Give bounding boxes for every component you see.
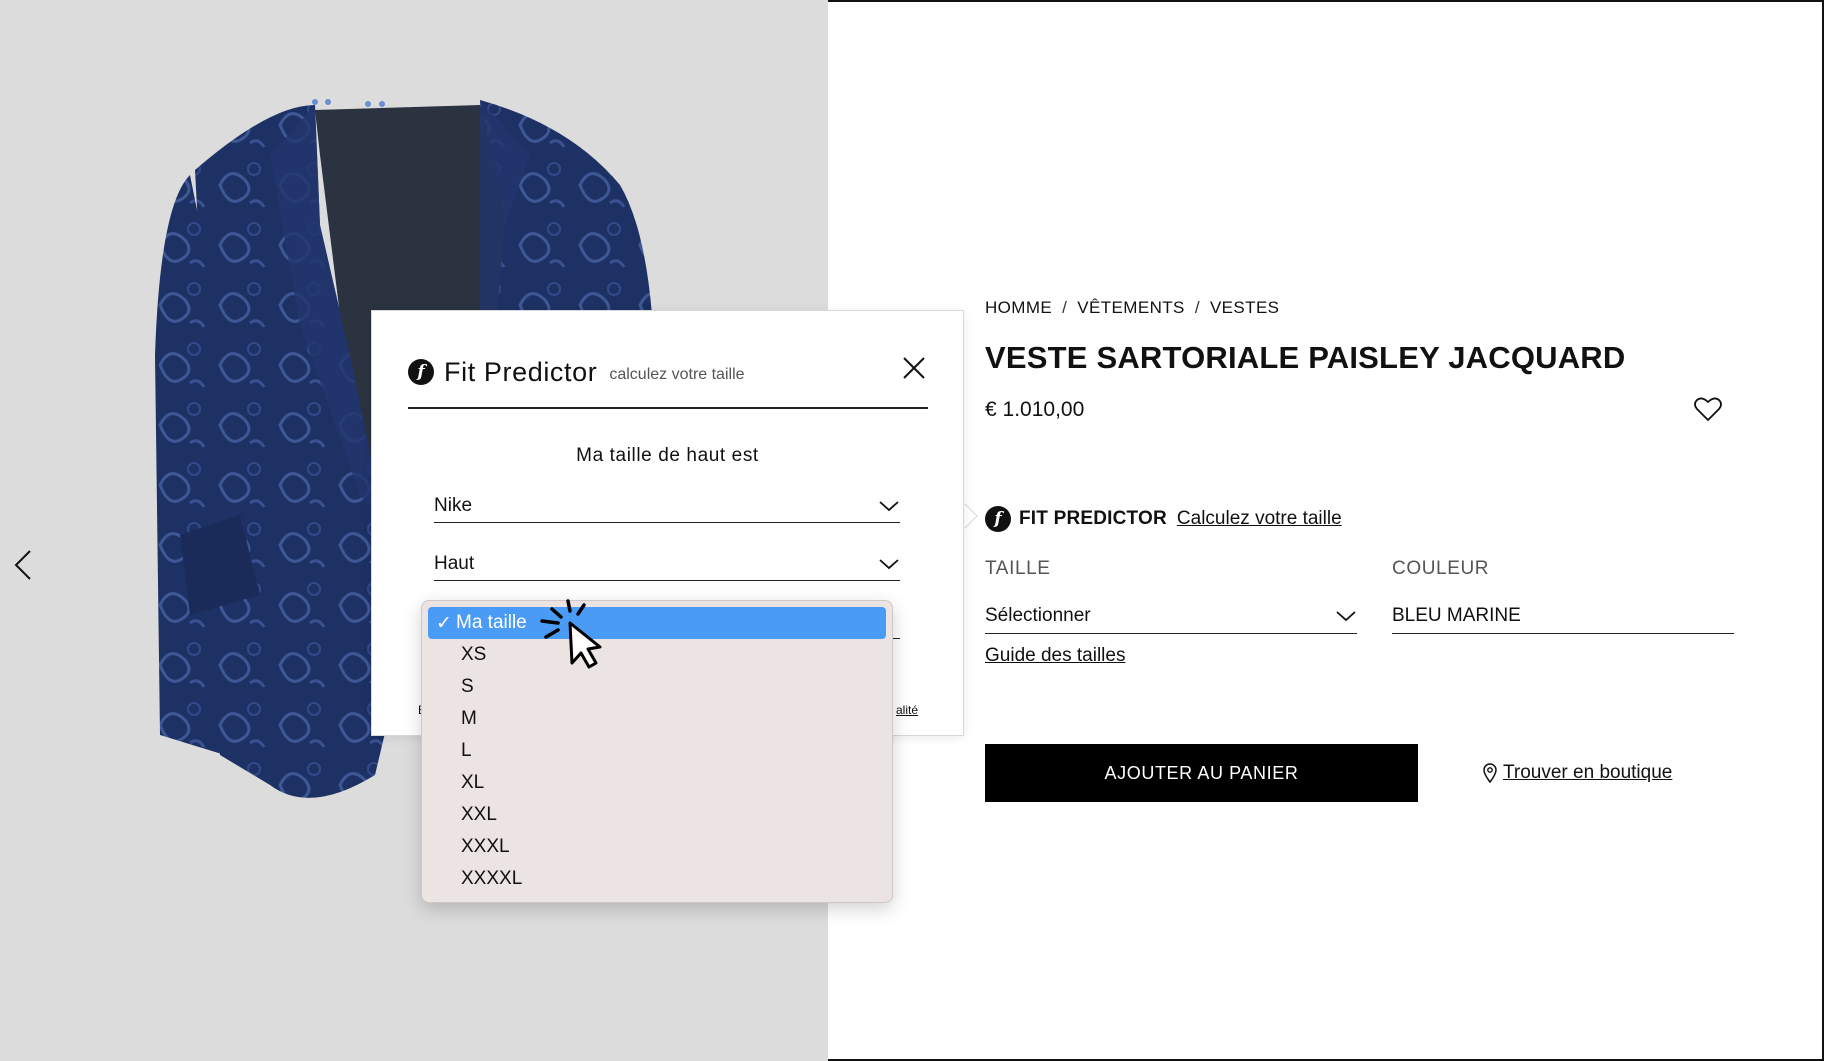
product-title: VESTE SARTORIALE PAISLEY JACQUARD <box>985 340 1626 375</box>
color-value: BLEU MARINE <box>1392 604 1521 626</box>
checkmark-icon: ✓ <box>436 612 452 634</box>
dropdown-option-xxl[interactable]: XXL <box>428 799 886 831</box>
find-in-store-label: Trouver en boutique <box>1503 762 1673 783</box>
dropdown-option-m[interactable]: M <box>428 703 886 735</box>
popover-divider <box>408 407 928 409</box>
popover-title: Fit Predictor <box>444 356 598 387</box>
breadcrumb: HOMME / VÊTEMENTS / VESTES <box>985 298 1279 318</box>
popover-question: Ma taille de haut est <box>576 445 759 466</box>
chevron-down-icon <box>1336 610 1356 621</box>
breadcrumb-vetements[interactable]: VÊTEMENTS <box>1077 298 1185 318</box>
fit-predictor-brand: FIT PREDICTOR <box>1019 508 1167 529</box>
breadcrumb-homme[interactable]: HOMME <box>985 298 1052 318</box>
dropdown-option-xl[interactable]: XL <box>428 767 886 799</box>
garment-type-value: Haut <box>434 552 475 574</box>
fit-predictor-logo-icon: f <box>985 506 1011 532</box>
dropdown-option-xs[interactable]: XS <box>428 639 886 671</box>
dropdown-option-ma-taille[interactable]: ✓ Ma taille <box>428 607 886 639</box>
chevron-left-icon[interactable] <box>10 545 36 585</box>
dropdown-option-xxxl[interactable]: XXXL <box>428 831 886 863</box>
size-label: TAILLE <box>985 558 1051 579</box>
close-icon[interactable] <box>901 355 927 381</box>
breadcrumb-separator: / <box>1062 298 1068 317</box>
fit-predictor-link[interactable]: Calculez votre taille <box>1177 508 1342 530</box>
size-select[interactable]: Sélectionner <box>985 598 1357 634</box>
brand-select-value: Nike <box>434 494 473 516</box>
size-guide-link[interactable]: Guide des tailles <box>985 645 1125 667</box>
breadcrumb-separator: / <box>1194 298 1200 317</box>
find-in-store-link[interactable]: Trouver en boutique <box>1483 762 1672 784</box>
dropdown-option-s[interactable]: S <box>428 671 886 703</box>
fit-predictor-row: f FIT PREDICTOR Calculez votre taille <box>985 506 1342 532</box>
add-to-cart-button[interactable]: AJOUTER AU PANIER <box>985 744 1418 802</box>
breadcrumb-vestes[interactable]: VESTES <box>1210 298 1279 318</box>
popover-footer-link[interactable]: alité <box>896 703 918 717</box>
chevron-down-icon <box>879 558 899 569</box>
popover-header: f Fit Predictor calculez votre taille <box>408 347 927 397</box>
chevron-down-icon <box>879 500 899 511</box>
dropdown-option-l[interactable]: L <box>428 735 886 767</box>
color-label: COULEUR <box>1392 558 1490 579</box>
dropdown-option-xxxxl[interactable]: XXXXL <box>428 863 886 895</box>
fit-predictor-logo-icon: f <box>408 359 434 385</box>
size-dropdown-list[interactable]: ✓ Ma taille XS S M L XL XXL XXXL XXXXL <box>421 600 893 903</box>
dropdown-option-label: Ma taille <box>456 612 527 633</box>
color-field: BLEU MARINE <box>1392 598 1734 634</box>
popover-subtitle: calculez votre taille <box>609 366 745 383</box>
map-pin-icon <box>1483 763 1497 783</box>
heart-icon[interactable] <box>1693 395 1723 423</box>
size-select-value: Sélectionner <box>985 604 1091 626</box>
product-details: HOMME / VÊTEMENTS / VESTES VESTE SARTORI… <box>985 0 1775 1061</box>
brand-select[interactable]: Nike <box>434 489 900 523</box>
product-price: € 1.010,00 <box>985 398 1085 421</box>
garment-type-select[interactable]: Haut <box>434 547 900 581</box>
